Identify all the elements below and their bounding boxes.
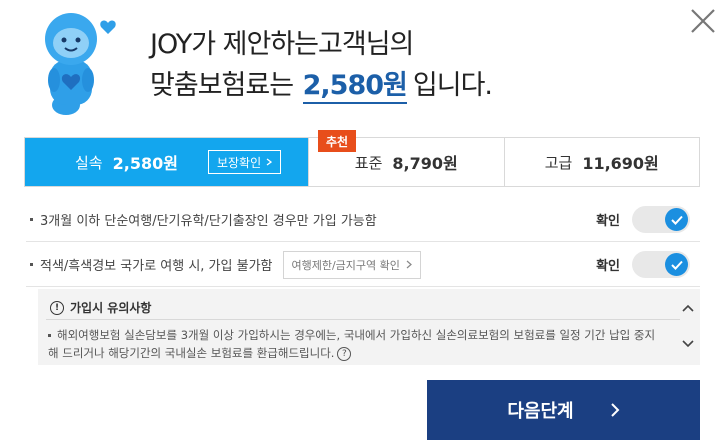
bullet — [48, 334, 51, 337]
plan-name: 실속 — [75, 153, 103, 172]
close-icon[interactable] — [688, 6, 718, 36]
caution-title: 가입시 유의사항 — [70, 301, 152, 315]
plan-tabs: 실속 2,580원 보장확인 표준 8,790원 고급 11,690원 — [24, 137, 700, 187]
plan-tab-basic[interactable]: 실속 2,580원 보장확인 — [25, 138, 308, 186]
recommended-price: 2,580원 — [302, 70, 408, 104]
confirm-group: 확인 — [596, 206, 690, 233]
caution-header: ! 가입시 유의사항 — [50, 299, 151, 316]
plan-price: 8,790원 — [392, 154, 458, 173]
divider — [46, 319, 680, 320]
plan-name: 표준 — [354, 153, 383, 172]
caution-text: 해외여행보험 실손담보를 3개월 이상 가입하시는 경우에는, 국내에서 가입하… — [48, 328, 656, 360]
caution-box: ! 가입시 유의사항 해외여행보험 실손담보를 3개월 이상 가입하시는 경우에… — [38, 289, 700, 365]
page-subtitle: 맞춤보험료는 2,580원 입니다. — [150, 63, 493, 104]
coverage-check-label: 보장확인 — [216, 155, 262, 170]
plan-tab-premium[interactable]: 고급 11,690원 — [503, 138, 700, 186]
recommend-badge: 추천 — [318, 130, 356, 152]
confirm-group: 확인 — [596, 251, 690, 278]
joy-mascot-icon — [45, 13, 116, 115]
check-icon — [665, 253, 688, 276]
confirm-label: 확인 — [596, 214, 620, 229]
info-icon: ! — [50, 300, 64, 315]
travel-restriction-check-button[interactable]: 여행제한/금지구역 확인 — [282, 250, 421, 279]
notice-row-warning-country: 적색/흑색경보 국가로 여행 시, 가입 불가함 여행제한/금지구역 확인 확인 — [26, 243, 700, 287]
next-step-label: 다음단계 — [507, 401, 574, 422]
travel-restriction-label: 여행제한/금지구역 확인 — [291, 258, 400, 272]
title-suffix: 입니다. — [412, 70, 493, 101]
title-prefix: 맞춤보험료는 — [150, 70, 294, 101]
notice-text: 3개월 이하 단순여행/단기유학/단기출장인 경우만 가입 가능함 — [40, 214, 377, 229]
notice-row-short-trip: 3개월 이하 단순여행/단기유학/단기출장인 경우만 가입 가능함 확인 — [26, 198, 700, 242]
confirm-toggle[interactable] — [632, 206, 690, 233]
next-step-button[interactable]: 다음단계 — [427, 380, 700, 440]
bullet — [30, 263, 33, 266]
confirm-toggle[interactable] — [632, 251, 690, 278]
check-icon — [665, 208, 688, 231]
coverage-check-button[interactable]: 보장확인 — [207, 150, 282, 174]
confirm-label: 확인 — [596, 259, 620, 274]
scroll-down-icon[interactable] — [680, 335, 696, 351]
plan-name: 고급 — [544, 153, 573, 172]
notice-text: 적색/흑색경보 국가로 여행 시, 가입 불가함 — [40, 259, 273, 274]
bullet — [30, 218, 33, 221]
help-icon[interactable]: ? — [337, 346, 352, 361]
plan-price: 11,690원 — [582, 154, 659, 173]
scroll-up-icon[interactable] — [680, 301, 696, 317]
plan-price: 2,580원 — [112, 154, 178, 173]
caution-body: 해외여행보험 실손담보를 3개월 이상 가입하시는 경우에는, 국내에서 가입하… — [48, 326, 660, 362]
page-title: JOY가 제안하는고객님의 — [150, 29, 414, 60]
chevron-right-icon — [266, 158, 273, 166]
chevron-right-icon — [406, 260, 412, 269]
chevron-right-icon — [610, 403, 620, 417]
